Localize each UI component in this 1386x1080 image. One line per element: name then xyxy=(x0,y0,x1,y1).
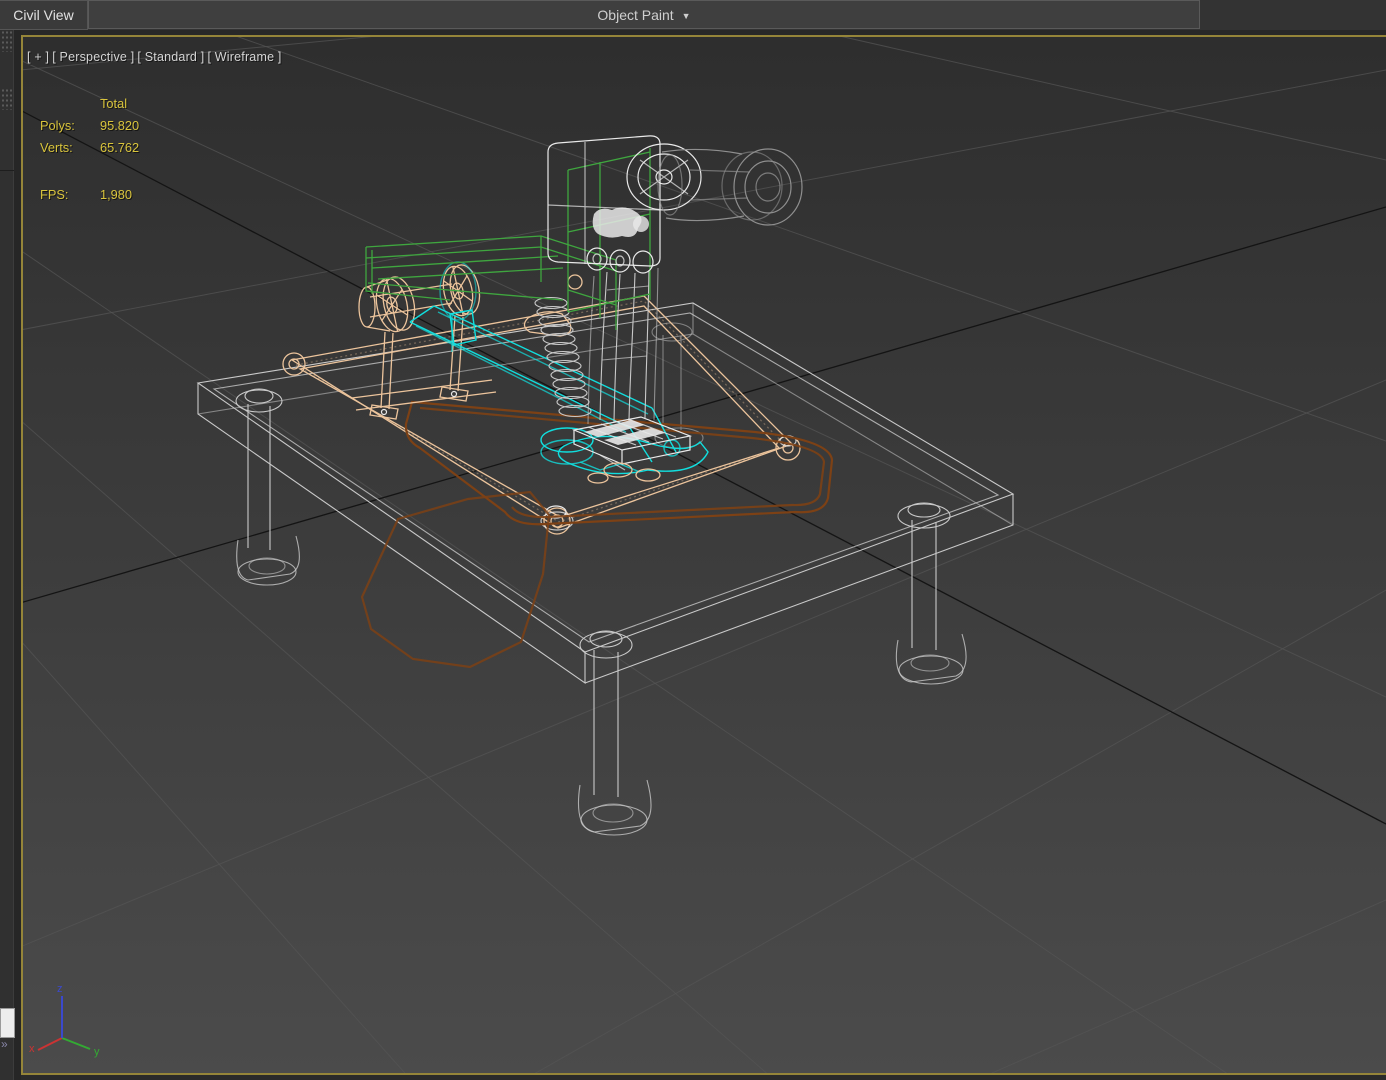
viewport-canvas: x y z xyxy=(23,37,1386,1073)
stats-polys-label: Polys: xyxy=(40,117,75,133)
model-linkage[interactable] xyxy=(587,267,659,425)
model-winch-assembly[interactable] xyxy=(351,262,583,420)
model-table-wireframe[interactable] xyxy=(196,302,1015,836)
stats-verts-value: 65.762 xyxy=(100,139,140,155)
stats-fps-label: FPS: xyxy=(40,186,69,202)
stats-polys-value: 95.820 xyxy=(100,117,140,133)
viewport-render-preset-menu[interactable]: [ Standard ] xyxy=(137,50,204,64)
viewport-label: [ + ] [ Perspective ] [ Standard ] [ Wir… xyxy=(27,50,282,64)
model-green-frame[interactable] xyxy=(365,148,651,330)
stats-total-header: Total xyxy=(100,95,128,111)
axis-z-label: z xyxy=(57,983,63,995)
axis-x-label: x xyxy=(29,1043,35,1055)
world-axis-gizmo: x y z xyxy=(29,983,100,1058)
viewport-pov-menu[interactable]: [ Perspective ] xyxy=(52,50,134,64)
viewport-general-menu[interactable]: [ + ] xyxy=(27,50,49,64)
model-brown-outline[interactable] xyxy=(360,400,834,669)
axis-y-label: y xyxy=(94,1046,100,1058)
stats-fps-value: 1,980 xyxy=(100,186,133,202)
model-barrel[interactable] xyxy=(657,148,803,226)
application-window: Civil View Object Paint ▼ » x y z [+] … xyxy=(0,0,1386,1080)
viewport-statistics: Total Polys: 95.820 Verts: 65.762 FPS: 1,98… xyxy=(40,92,139,205)
stats-verts-label: Verts: xyxy=(40,139,73,155)
viewport-shading-menu[interactable]: [ Wireframe ] xyxy=(207,50,281,64)
home-grid xyxy=(23,37,1386,1073)
